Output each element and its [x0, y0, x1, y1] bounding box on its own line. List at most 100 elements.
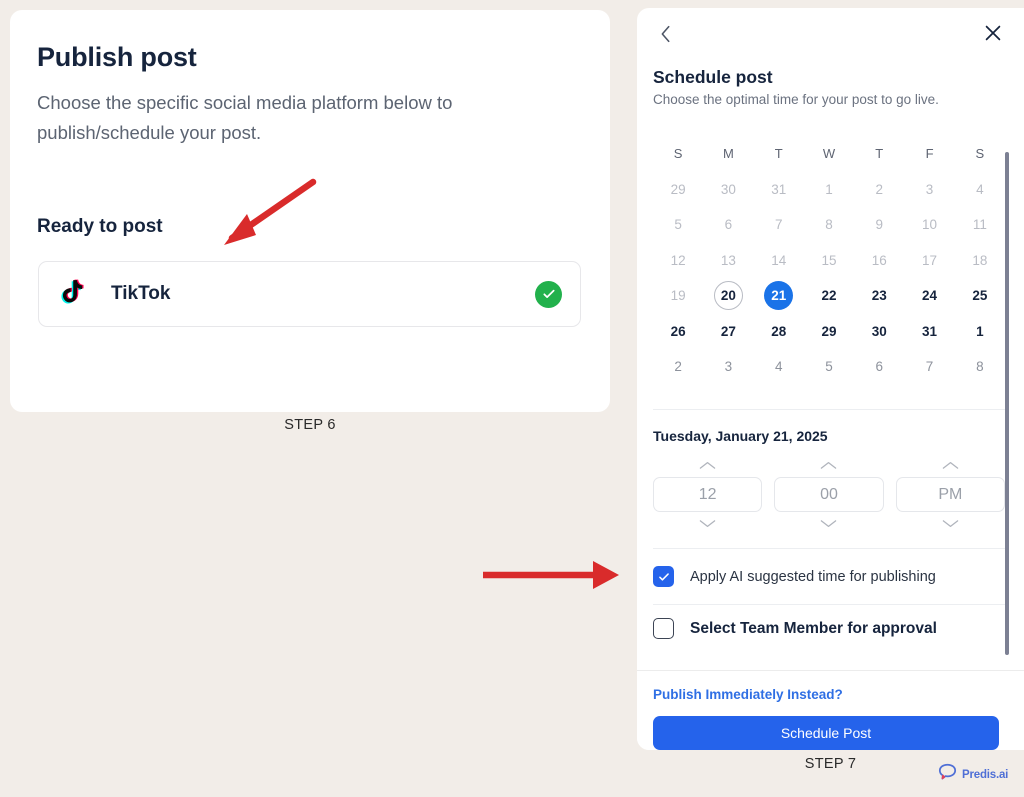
calendar-day[interactable]: 8: [955, 349, 1005, 385]
platform-row-tiktok[interactable]: TikTok: [38, 261, 581, 327]
calendar-day[interactable]: 7: [754, 207, 804, 243]
calendar-day-label: 10: [922, 217, 938, 233]
calendar-day[interactable]: 6: [703, 207, 753, 243]
calendar-day-label: 18: [972, 252, 988, 268]
calendar-day[interactable]: 14: [754, 243, 804, 279]
publish-immediately-link[interactable]: Publish Immediately Instead?: [653, 687, 843, 702]
calendar-day-label: 29: [821, 323, 837, 339]
time-picker: 12 00 PM: [653, 456, 1005, 533]
chevron-down-icon[interactable]: [698, 515, 717, 533]
calendar-day[interactable]: 29: [804, 314, 854, 350]
meridiem-input[interactable]: PM: [895, 477, 1005, 512]
calendar-day[interactable]: 19: [653, 278, 703, 314]
calendar-day-label: 30: [720, 181, 736, 197]
checkbox-checked-icon[interactable]: [653, 566, 674, 587]
page-title: Publish post: [37, 42, 197, 72]
hour-stepper: 12: [653, 456, 763, 533]
calendar-day[interactable]: 18: [955, 243, 1005, 279]
calendar-day[interactable]: 2: [854, 172, 904, 208]
calendar-day[interactable]: 27: [703, 314, 753, 350]
calendar-day[interactable]: 22: [804, 278, 854, 314]
calendar-day[interactable]: 26: [653, 314, 703, 350]
calendar-day[interactable]: 8: [804, 207, 854, 243]
calendar-day-label: 5: [674, 217, 682, 233]
calendar-day[interactable]: 15: [804, 243, 854, 279]
calendar-day-label: 20: [713, 281, 743, 311]
calendar-day-label: 2: [875, 181, 884, 197]
calendar-day[interactable]: 2: [653, 349, 703, 385]
calendar-day[interactable]: 10: [904, 207, 954, 243]
option-label: Select Team Member for approval: [690, 619, 937, 637]
calendar-day-label: 26: [670, 323, 686, 339]
panel-scrollbar[interactable]: [1005, 152, 1009, 655]
close-icon[interactable]: [982, 22, 1004, 44]
schedule-post-button[interactable]: Schedule Post: [653, 716, 999, 750]
calendar-day-label: 3: [724, 359, 733, 375]
chevron-up-icon[interactable]: [941, 456, 960, 474]
calendar-week-row: 29 30 31 1 2 3 4: [653, 172, 1005, 208]
calendar-day[interactable]: 13: [703, 243, 753, 279]
chevron-up-icon[interactable]: [819, 456, 838, 474]
chevron-down-icon[interactable]: [819, 515, 838, 533]
calendar: S M T W T F S 29 30 31 1 2 3 4 5 6 7 8 9…: [653, 136, 1005, 385]
divider: [653, 548, 1005, 549]
selected-date-label: Tuesday, January 21, 2025: [653, 428, 828, 444]
calendar-day-label: 15: [821, 252, 837, 268]
hour-input[interactable]: 12: [653, 477, 763, 512]
check-circle-icon: [535, 280, 562, 308]
calendar-day[interactable]: 31: [904, 314, 954, 350]
calendar-day[interactable]: 1: [804, 172, 854, 208]
weekday-label: T: [875, 146, 884, 162]
calendar-day[interactable]: 4: [754, 349, 804, 385]
predis-speech-bubble-icon: [938, 763, 957, 786]
calendar-day[interactable]: 30: [854, 314, 904, 350]
minute-input[interactable]: 00: [774, 477, 884, 512]
page-subtitle: Choose the specific social media platfor…: [37, 92, 453, 143]
calendar-day[interactable]: 7: [904, 349, 954, 385]
calendar-day[interactable]: 4: [955, 172, 1005, 208]
option-label: Apply AI suggested time for publishing: [690, 568, 936, 585]
panel-title: Schedule post: [653, 67, 773, 87]
brand-watermark: Predis.ai: [938, 763, 1008, 786]
calendar-day-label: 8: [825, 217, 833, 233]
calendar-day-label: 31: [771, 181, 787, 197]
calendar-day-selected[interactable]: 21: [754, 278, 804, 314]
panel-topbar: [637, 8, 1024, 60]
arrow-to-ai-checkbox: [483, 561, 619, 589]
calendar-day[interactable]: 9: [854, 207, 904, 243]
calendar-day[interactable]: 23: [854, 278, 904, 314]
calendar-day[interactable]: 6: [854, 349, 904, 385]
calendar-day-today[interactable]: 20: [703, 278, 753, 314]
calendar-day[interactable]: 16: [854, 243, 904, 279]
calendar-day[interactable]: 3: [904, 172, 954, 208]
calendar-day[interactable]: 5: [653, 207, 703, 243]
calendar-day-label: 6: [875, 359, 884, 375]
brand-name: Predis.ai: [962, 768, 1009, 781]
meridiem-stepper: PM: [895, 456, 1005, 533]
calendar-day-label: 16: [871, 252, 887, 268]
calendar-day[interactable]: 1: [955, 314, 1005, 350]
calendar-day[interactable]: 17: [904, 243, 954, 279]
calendar-day[interactable]: 3: [703, 349, 753, 385]
option-row-team-approval[interactable]: Select Team Member for approval: [653, 618, 1005, 639]
calendar-week-row: 19 20 21 22 23 24 25: [653, 278, 1005, 314]
weekday-label: T: [774, 146, 783, 162]
chevron-up-icon[interactable]: [698, 456, 717, 474]
calendar-day-label: 7: [925, 359, 934, 375]
calendar-day[interactable]: 5: [804, 349, 854, 385]
minute-stepper: 00: [774, 456, 884, 533]
calendar-day[interactable]: 28: [754, 314, 804, 350]
calendar-day[interactable]: 11: [955, 207, 1005, 243]
calendar-week-row: 12 13 14 15 16 17 18: [653, 243, 1005, 279]
calendar-day[interactable]: 24: [904, 278, 954, 314]
checkbox-unchecked-icon[interactable]: [653, 618, 674, 639]
chevron-down-icon[interactable]: [941, 515, 960, 533]
calendar-day[interactable]: 29: [653, 172, 703, 208]
calendar-day[interactable]: 12: [653, 243, 703, 279]
chevron-left-icon[interactable]: [655, 23, 677, 45]
divider: [653, 604, 1005, 605]
calendar-day[interactable]: 25: [955, 278, 1005, 314]
calendar-day[interactable]: 30: [703, 172, 753, 208]
option-row-ai-time[interactable]: Apply AI suggested time for publishing: [653, 566, 1005, 587]
calendar-day[interactable]: 31: [754, 172, 804, 208]
